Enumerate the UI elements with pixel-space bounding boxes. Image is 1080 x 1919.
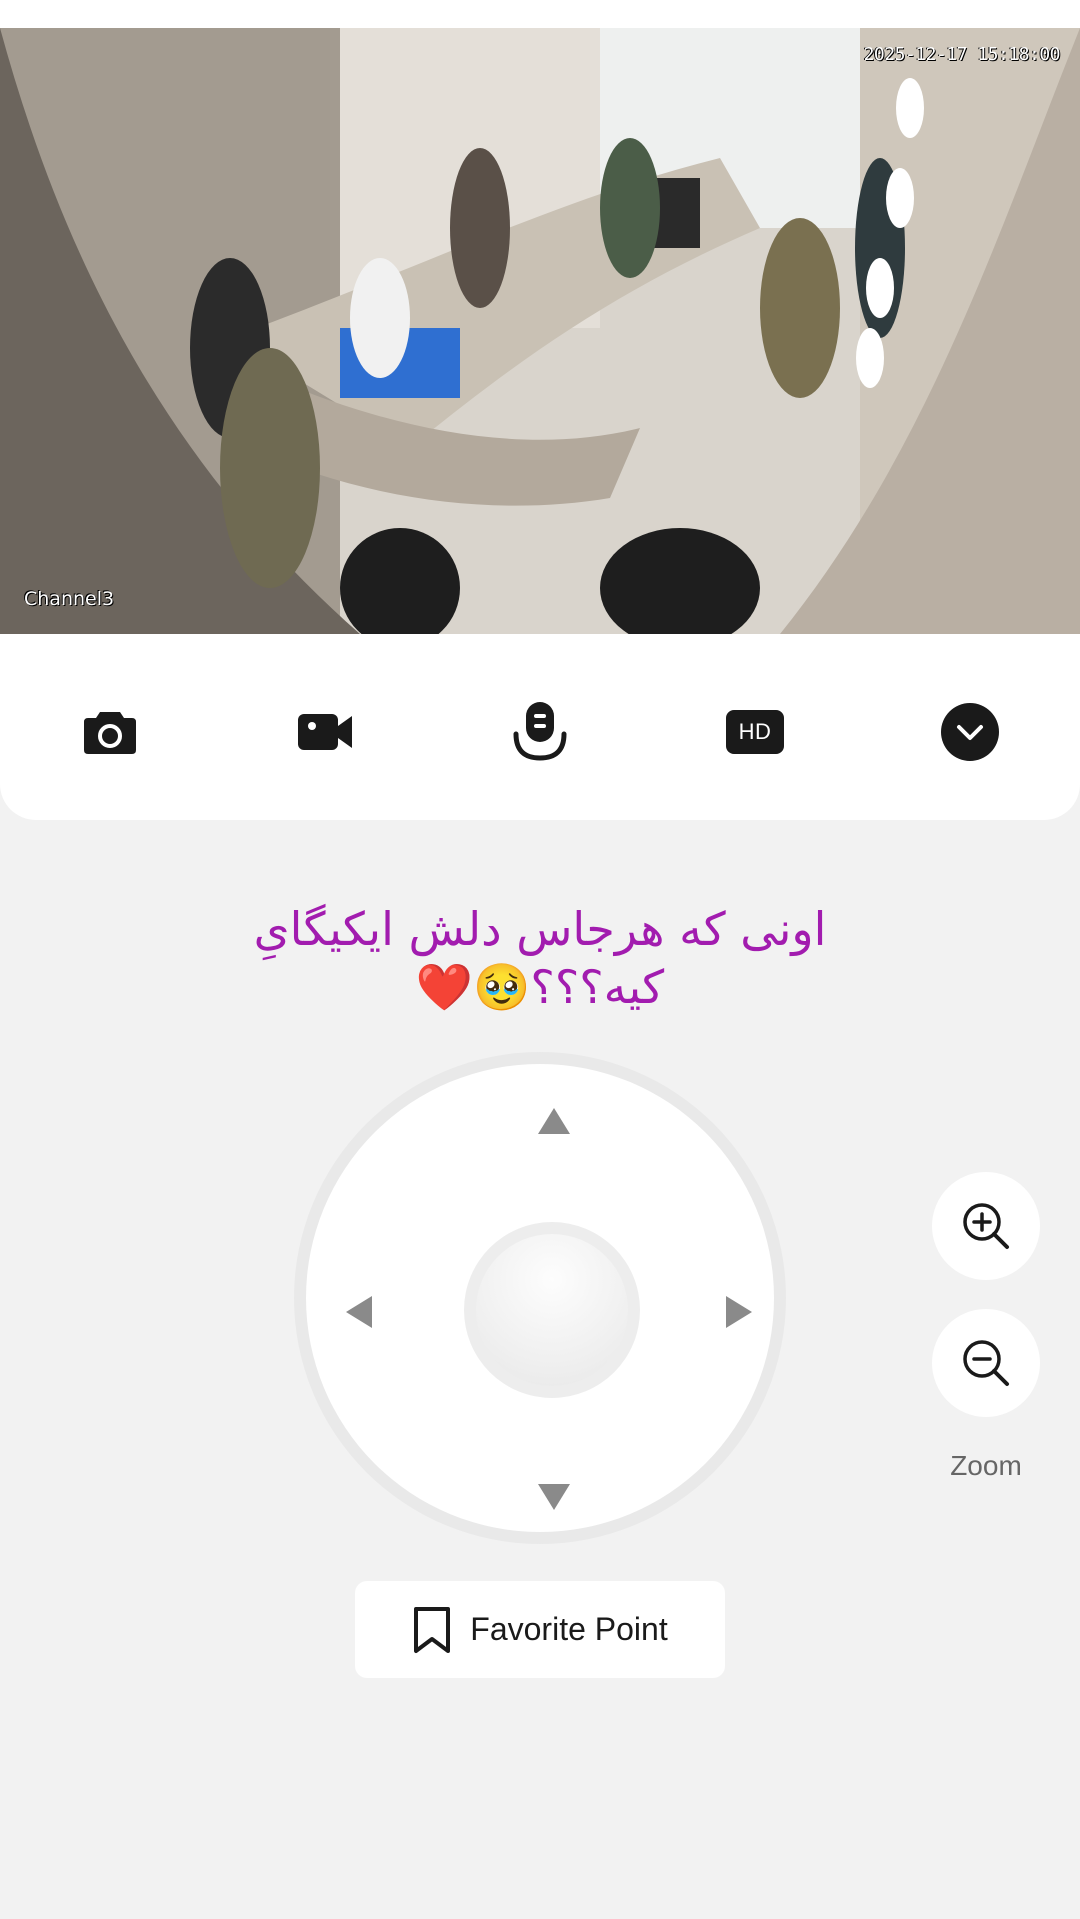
caption-line-1: اونی که هرجاس دلش ایکیگایِ <box>253 902 827 956</box>
pan-up-arrow-icon[interactable] <box>538 1108 570 1134</box>
talk-button[interactable] <box>500 692 580 772</box>
bookmark-icon <box>414 1606 451 1653</box>
pan-right-arrow-icon[interactable] <box>726 1296 752 1328</box>
joystick-knob-ring <box>464 1222 640 1398</box>
favorite-point-label: Favorite Point <box>470 1611 668 1647</box>
microphone-icon <box>513 702 567 761</box>
record-button[interactable] <box>285 692 365 772</box>
video-timestamp: 2025-12-17 15:18:00 <box>863 44 1061 65</box>
channel-label: Channel3 <box>24 588 115 610</box>
zoom-out-icon <box>963 1340 1009 1386</box>
camera-icon <box>84 712 136 754</box>
camera-frame <box>0 28 1080 634</box>
overlay-caption: اونی که هرجاس دلش ایکیگایِ کیه؟؟؟🥹❤️ <box>140 900 940 1016</box>
zoom-in-icon <box>963 1203 1009 1249</box>
pan-down-arrow-icon[interactable] <box>538 1484 570 1510</box>
caption-line-2: کیه؟؟؟🥹❤️ <box>415 960 665 1014</box>
zoom-out-button[interactable] <box>932 1309 1040 1417</box>
more-options-button[interactable] <box>930 692 1010 772</box>
hd-icon: HD <box>726 710 784 754</box>
status-bar <box>0 0 1080 28</box>
pan-left-arrow-icon[interactable] <box>346 1296 372 1328</box>
snapshot-button[interactable] <box>70 692 150 772</box>
favorite-point-button[interactable]: Favorite Point <box>355 1581 725 1678</box>
ptz-joystick[interactable] <box>294 1052 786 1544</box>
chevron-down-icon <box>941 703 999 761</box>
joystick-knob[interactable] <box>476 1234 628 1386</box>
ptz-pad[interactable] <box>306 1064 774 1532</box>
zoom-in-button[interactable] <box>932 1172 1040 1280</box>
control-toolbar: HD <box>0 634 1080 820</box>
camera-live-view[interactable]: 2025-12-17 15:18:00 Channel3 <box>0 28 1080 634</box>
zoom-label: Zoom <box>950 1450 1022 1481</box>
hd-toggle-button[interactable]: HD <box>715 692 795 772</box>
video-camera-icon <box>298 714 352 750</box>
